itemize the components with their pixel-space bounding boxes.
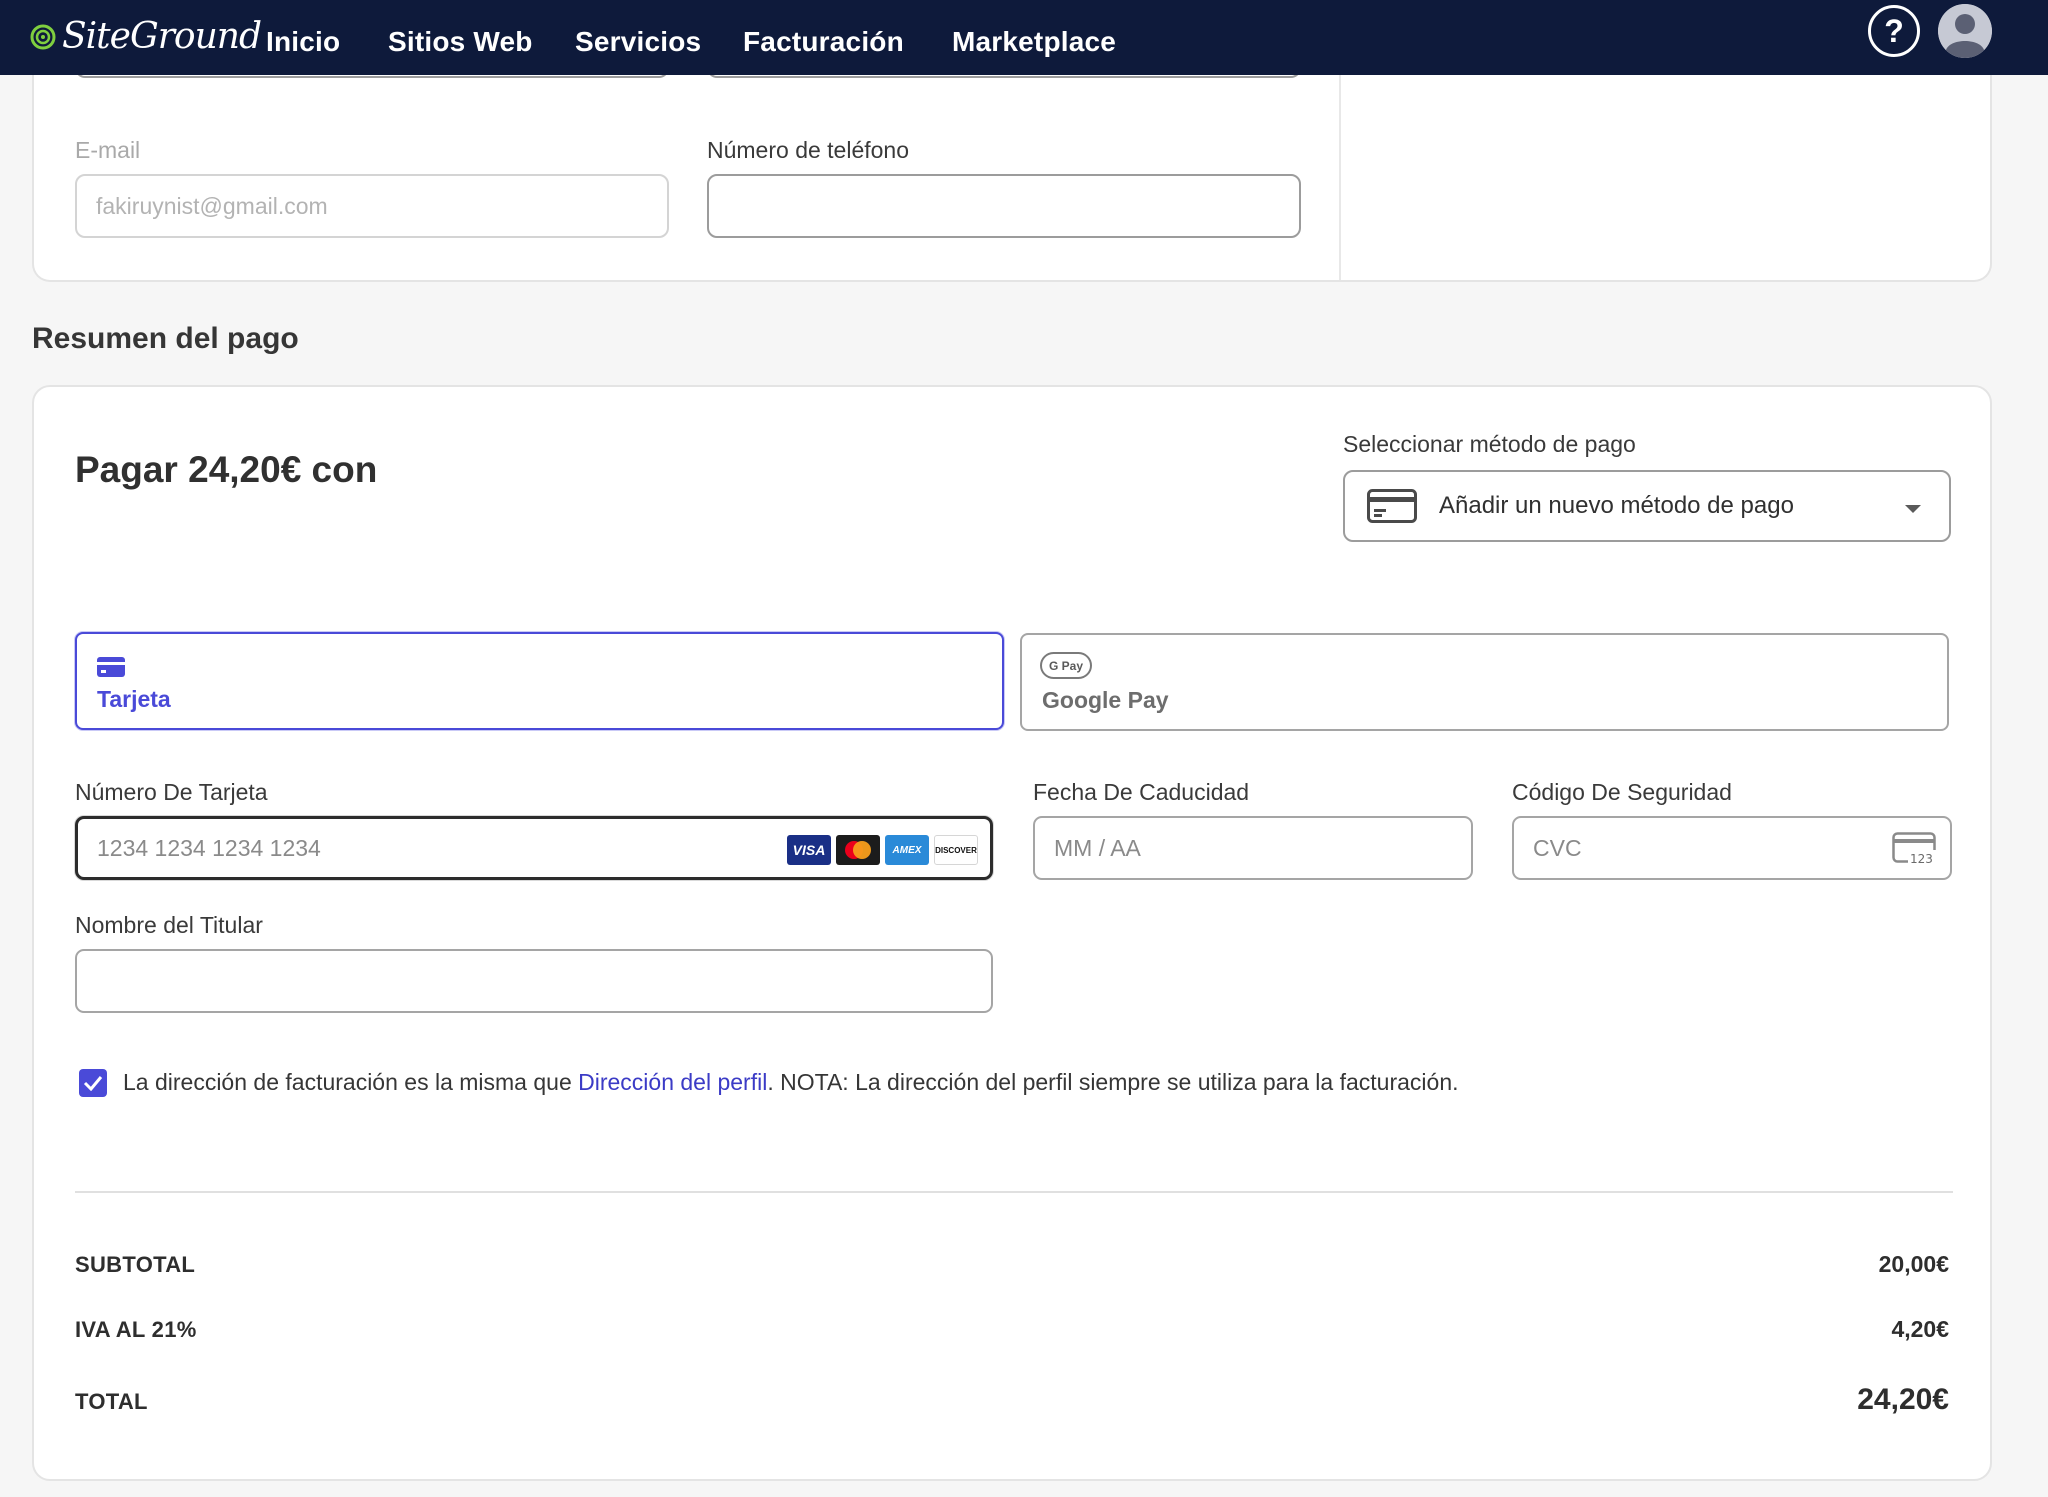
credit-card-icon — [97, 657, 125, 677]
total-value: 24,20€ — [1857, 1383, 1949, 1416]
nav-item-inicio[interactable]: Inicio — [266, 26, 340, 58]
phone-label: Número de teléfono — [707, 137, 910, 163]
siteground-logo[interactable]: SiteGround — [30, 12, 262, 60]
check-icon — [83, 1076, 103, 1091]
billing-note: La dirección de facturación es la misma … — [123, 1069, 1459, 1096]
payment-method-value: Añadir un nuevo método de pago — [1439, 492, 1794, 519]
pay-heading: Pagar 24,20€ con — [75, 449, 378, 490]
payment-method-select[interactable]: Añadir un nuevo método de pago — [1343, 470, 1951, 542]
total-label: TOTAL — [75, 1389, 148, 1414]
payment-summary-card: Pagar 24,20€ con Seleccionar método de p… — [32, 385, 1992, 1481]
nav-item-facturacion[interactable]: Facturación — [743, 26, 904, 58]
expiry-placeholder: MM / AA — [1054, 834, 1141, 861]
cvc-input[interactable]: CVC 123 — [1512, 816, 1952, 880]
credit-card-icon — [1367, 489, 1417, 523]
expiry-input[interactable]: MM / AA — [1033, 816, 1473, 880]
payment-method-label: Seleccionar método de pago — [1343, 431, 1636, 457]
holder-name-label: Nombre del Titular — [75, 912, 263, 938]
email-field: fakiruynist@gmail.com — [75, 174, 669, 238]
expiry-label: Fecha De Caducidad — [1033, 779, 1250, 805]
user-avatar-icon[interactable] — [1938, 4, 1992, 58]
tab-google-pay-label: Google Pay — [1042, 687, 1169, 713]
phone-field[interactable] — [707, 174, 1301, 238]
profile-address-link[interactable]: Dirección del perfil — [578, 1069, 767, 1095]
holder-name-input[interactable] — [75, 949, 993, 1013]
amex-icon: AMEX — [885, 835, 929, 865]
nav-item-sitios-web[interactable]: Sitios Web — [388, 26, 533, 58]
siteground-logo-icon — [30, 24, 56, 50]
help-icon[interactable]: ? — [1868, 5, 1920, 57]
subtotal-label: SUBTOTAL — [75, 1252, 196, 1277]
tab-google-pay[interactable]: G Pay Google Pay — [1020, 633, 1949, 731]
section-title: Resumen del pago — [32, 322, 299, 355]
billing-same-checkbox[interactable] — [79, 1069, 107, 1097]
cvc-label: Código De Seguridad — [1512, 779, 1732, 805]
svg-text:123: 123 — [1910, 852, 1933, 866]
card-number-input[interactable]: 1234 1234 1234 1234 VISA AMEX DISCOVER — [75, 816, 993, 880]
tab-tarjeta[interactable]: Tarjeta — [75, 632, 1004, 730]
card-brand-logos: VISA AMEX DISCOVER — [787, 835, 978, 865]
subtotal-value: 20,00€ — [1878, 1251, 1949, 1277]
nav-item-servicios[interactable]: Servicios — [575, 26, 701, 58]
summary-divider — [75, 1191, 1953, 1193]
email-label: E-mail — [75, 137, 141, 163]
tax-label: IVA AL 21% — [75, 1317, 197, 1342]
card-number-label: Número De Tarjeta — [75, 779, 268, 805]
cvc-card-icon: 123 — [1892, 832, 1936, 866]
discover-icon: DISCOVER — [934, 835, 978, 865]
billing-text-after: . NOTA: La dirección del perfil siempre … — [767, 1069, 1459, 1095]
billing-text-before: La dirección de facturación es la misma … — [123, 1069, 579, 1095]
card-divider — [1339, 40, 1341, 280]
google-pay-icon: G Pay — [1040, 652, 1092, 679]
tax-value: 4,20€ — [1891, 1316, 1949, 1342]
contact-details-card: E-mail fakiruynist@gmail.com Número de t… — [32, 40, 1992, 282]
top-navigation: SiteGround Inicio Sitios Web Servicios F… — [0, 0, 2048, 75]
logo-text: SiteGround — [62, 15, 262, 57]
mastercard-icon — [836, 835, 880, 865]
visa-icon: VISA — [787, 835, 831, 865]
cvc-placeholder: CVC — [1533, 834, 1582, 861]
card-number-placeholder: 1234 1234 1234 1234 — [97, 834, 321, 861]
tab-tarjeta-label: Tarjeta — [97, 686, 171, 712]
chevron-down-icon — [1905, 505, 1921, 513]
nav-item-marketplace[interactable]: Marketplace — [952, 26, 1116, 58]
